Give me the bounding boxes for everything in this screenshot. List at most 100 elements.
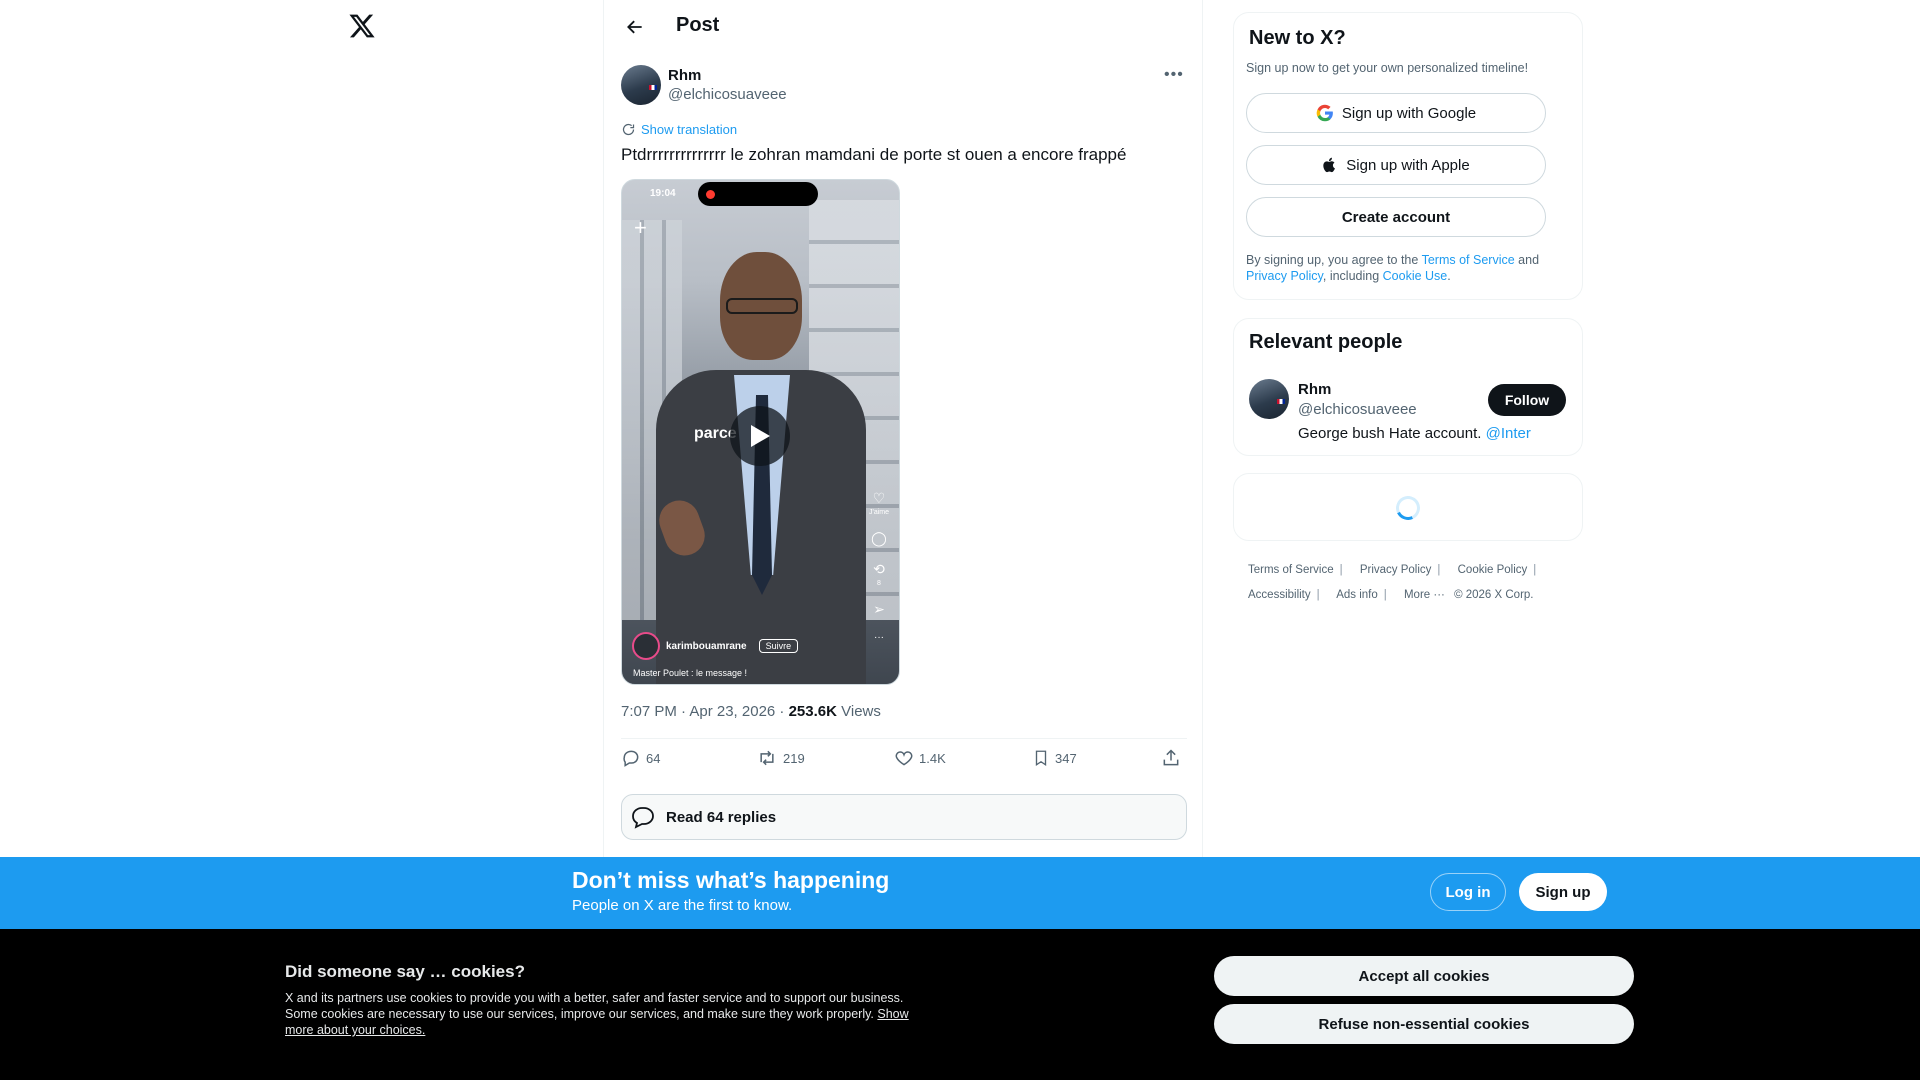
cookie-title: Did someone say … cookies?: [285, 962, 525, 981]
plus-icon: +: [634, 215, 647, 240]
cookie-consent: Did someone say … cookies? X and its par…: [0, 929, 1920, 1080]
show-translation-link[interactable]: Show translation: [621, 122, 737, 137]
signup-terms: By signing up, you agree to the Terms of…: [1246, 252, 1566, 284]
share-button[interactable]: [1161, 748, 1181, 768]
read-replies-label: Read 64 replies: [666, 808, 777, 826]
banner-title: Don’t miss what’s happening: [572, 867, 890, 893]
post-text: Ptdrrrrrrrrrrrrrr le zohran mamdani de p…: [621, 145, 1127, 164]
chat-bubble-icon: [632, 807, 654, 829]
heart-icon: ♡: [872, 490, 886, 506]
like-count: 1.4K: [919, 750, 946, 766]
bookmark-icon: [1035, 750, 1047, 767]
login-button[interactable]: Log in: [1430, 873, 1506, 911]
apple-icon: [1323, 157, 1336, 173]
follow-button[interactable]: Follow: [1488, 384, 1566, 416]
more-icon: ···: [874, 632, 884, 643]
new-to-x-title: New to X?: [1249, 27, 1346, 49]
like-label: J'aime: [869, 509, 890, 516]
post-header: Post: [604, 0, 1204, 53]
page-title: Post: [676, 14, 720, 36]
footer-cookie-link[interactable]: Cookie Policy: [1458, 564, 1528, 576]
bookmark-count: 347: [1055, 750, 1077, 766]
video-player[interactable]: 19:04 + parce ♡ J'aime ◯ ⟲ 8 ➢ ··· karim…: [621, 179, 900, 685]
signup-google-button[interactable]: Sign up with Google: [1246, 93, 1546, 133]
recording-indicator: [698, 182, 818, 206]
repost-button[interactable]: 219: [756, 748, 805, 768]
video-side-icons: ♡ J'aime ◯ ⟲ 8 ➢ ···: [869, 490, 889, 643]
send-icon: ➢: [873, 601, 885, 617]
video-status-time: 19:04: [650, 188, 676, 199]
post-column: Post Rhm @elchicosuaveee ••• Show transl…: [603, 0, 1203, 860]
footer-copyright: © 2026 X Corp.: [1454, 589, 1534, 601]
bookmark-button[interactable]: 347: [1032, 748, 1077, 768]
accept-all-cookies-button[interactable]: Accept all cookies: [1214, 956, 1634, 996]
arrow-left-icon: [627, 20, 642, 34]
author-avatar[interactable]: [621, 65, 661, 105]
footer-terms-link[interactable]: Terms of Service: [1248, 564, 1334, 576]
reply-button[interactable]: 64: [621, 748, 660, 768]
signup-google-label: Sign up with Google: [1341, 104, 1477, 122]
relevant-person-bio: George bush Hate account. @Inter: [1298, 425, 1531, 442]
more-options-button[interactable]: •••: [1164, 66, 1184, 84]
views-count: 253.6K: [788, 703, 837, 720]
signup-apple-label: Sign up with Apple: [1346, 156, 1470, 174]
relevant-person-handle[interactable]: @elchicosuaveee: [1298, 401, 1417, 418]
divider: [621, 738, 1187, 739]
footer-links: Terms of Service | Privacy Policy | Cookie…: [1248, 564, 1537, 601]
repost-count: 219: [783, 750, 805, 766]
refuse-cookies-button[interactable]: Refuse non-essential cookies: [1214, 1004, 1634, 1044]
repost-icon: [760, 750, 774, 766]
comment-icon: ◯: [871, 530, 887, 546]
repost-icon: ⟲: [873, 561, 885, 577]
tiktok-avatar: [632, 632, 660, 660]
terms-text: , including: [1322, 269, 1383, 283]
x-logo-icon[interactable]: [348, 12, 376, 42]
terms-of-service-link[interactable]: Terms of Service: [1422, 253, 1515, 267]
signup-button[interactable]: Sign up: [1519, 873, 1607, 911]
bio-mention-link[interactable]: @Inter: [1486, 425, 1531, 442]
post-timestamp[interactable]: 7:07 PM · Apr 23, 2026 ·: [621, 703, 789, 720]
footer-accessibility-link[interactable]: Accessibility: [1248, 589, 1311, 601]
reply-icon: [623, 750, 639, 767]
post-actions: 64 219 1.4K 347: [621, 748, 1187, 778]
relevant-person-avatar[interactable]: [1249, 379, 1289, 419]
cookie-use-link[interactable]: Cookie Use: [1383, 269, 1448, 283]
tiktok-user: karimbouamrane Suivre: [632, 632, 799, 660]
show-translation-label: Show translation: [641, 122, 738, 137]
footer-privacy-link[interactable]: Privacy Policy: [1360, 564, 1432, 576]
google-icon: [1316, 104, 1333, 122]
relevant-person-name[interactable]: Rhm: [1298, 381, 1331, 398]
signup-banner: Don’t miss what’s happening People on X …: [0, 857, 1920, 929]
tiktok-follow-label: Suivre: [758, 639, 799, 653]
terms-text: By signing up, you agree to the: [1246, 253, 1422, 267]
loading-spinner-icon: [1392, 492, 1424, 524]
new-to-x-subtitle: Sign up now to get your own personalized…: [1246, 61, 1529, 75]
post-meta: 7:07 PM · Apr 23, 2026 · 253.6K Views: [621, 703, 881, 720]
signup-apple-button[interactable]: Sign up with Apple: [1246, 145, 1546, 185]
repost-count: 8: [877, 580, 881, 587]
create-account-button[interactable]: Create account: [1246, 197, 1546, 237]
banner-subtitle: People on X are the first to know.: [572, 897, 793, 914]
like-button[interactable]: 1.4K: [894, 748, 946, 768]
heart-icon: [895, 751, 913, 766]
read-replies-button[interactable]: Read 64 replies: [621, 794, 1187, 840]
reply-count: 64: [646, 750, 661, 766]
author-handle[interactable]: @elchicosuaveee: [668, 86, 787, 103]
bio-text: George bush Hate account.: [1298, 425, 1486, 442]
play-button[interactable]: [730, 406, 790, 466]
trending-loading-card: [1233, 473, 1583, 541]
terms-text: .: [1447, 269, 1451, 283]
privacy-policy-link[interactable]: Privacy Policy: [1246, 269, 1323, 283]
footer-ads-link[interactable]: Ads info: [1336, 589, 1378, 601]
translate-icon: [622, 123, 635, 136]
tiktok-username: karimbouamrane: [666, 640, 747, 652]
author-name[interactable]: Rhm: [668, 67, 701, 84]
footer-more-link[interactable]: More ···: [1404, 589, 1445, 601]
cookie-body: X and its partners use cookies to provid…: [285, 990, 935, 1038]
share-icon: [1163, 749, 1179, 766]
relevant-people-title: Relevant people: [1249, 331, 1403, 353]
back-button[interactable]: [618, 10, 652, 44]
new-to-x-card: New to X? Sign up now to get your own pe…: [1233, 12, 1583, 300]
tiktok-caption: Master Poulet : le message !: [633, 668, 748, 678]
terms-text: and: [1514, 253, 1540, 267]
